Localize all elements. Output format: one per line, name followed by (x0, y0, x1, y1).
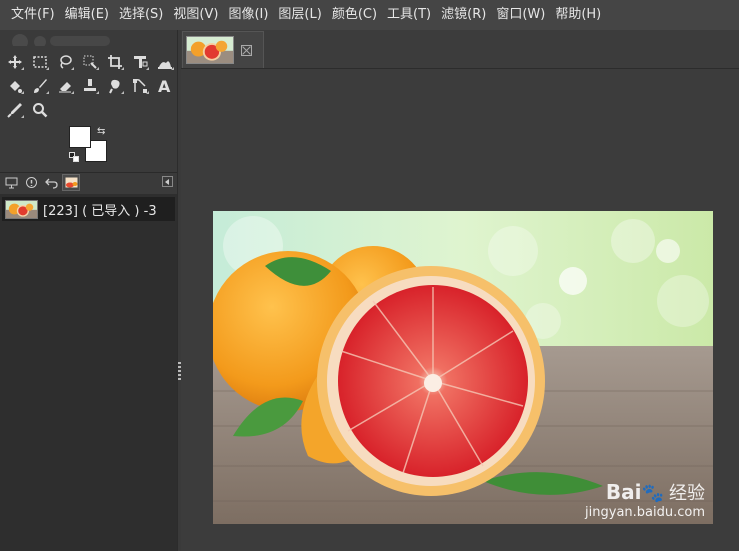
menu-colors[interactable]: 颜色(C) (327, 0, 382, 30)
menu-bar: 文件(F) 编辑(E) 选择(S) 视图(V) 图像(I) 图层(L) 颜色(C… (0, 0, 739, 30)
wilber-logo-icon (12, 34, 110, 46)
rect-select-tool-icon[interactable] (27, 51, 52, 73)
grapefruit-photo (213, 211, 713, 524)
toolbox-row (2, 98, 177, 122)
default-colors-icon[interactable] (69, 152, 79, 162)
menu-file[interactable]: 文件(F) (6, 0, 60, 30)
menu-windows[interactable]: 窗口(W) (491, 0, 550, 30)
paths-tool-icon[interactable] (127, 75, 152, 97)
image-tab[interactable] (182, 31, 264, 68)
free-select-tool-icon[interactable] (52, 51, 77, 73)
toolbox-row: A (2, 74, 177, 98)
menu-edit[interactable]: 编辑(E) (60, 0, 114, 30)
watermark-brand: Bai (605, 480, 642, 504)
watermark: Bai🐾 经验 jingyan.baidu.com (585, 479, 705, 520)
image-thumbnail (5, 199, 38, 219)
toolbox-row (2, 50, 177, 74)
close-tab-icon[interactable] (241, 45, 252, 56)
swap-colors-icon[interactable]: ⇆ (97, 126, 105, 137)
zoom-tool-icon[interactable] (27, 99, 52, 121)
images-list: [223] ( 已导入 ) -3 (0, 194, 177, 551)
foreground-color-swatch[interactable] (69, 126, 91, 148)
fuzzy-select-tool-icon[interactable] (77, 51, 102, 73)
watermark-sub: 经验 (669, 483, 705, 504)
canvas-image[interactable]: Bai🐾 经验 jingyan.baidu.com (213, 211, 713, 524)
color-picker-tool-icon[interactable] (2, 99, 27, 121)
image-tab-thumbnail (186, 36, 234, 64)
menu-filters[interactable]: 滤镜(R) (436, 0, 491, 30)
menu-select[interactable]: 选择(S) (114, 0, 168, 30)
device-status-icon[interactable] (2, 174, 20, 191)
toolbox: A (2, 50, 177, 122)
warp-transform-tool-icon[interactable] (152, 51, 177, 73)
error-console-icon[interactable] (22, 174, 40, 191)
dock-tabs (0, 173, 177, 192)
menu-tools[interactable]: 工具(T) (382, 0, 436, 30)
smudge-tool-icon[interactable] (102, 75, 127, 97)
eraser-tool-icon[interactable] (52, 75, 77, 97)
paintbrush-tool-icon[interactable] (27, 75, 52, 97)
color-selector: ⇆ (66, 126, 112, 166)
clone-tool-icon[interactable] (77, 75, 102, 97)
menu-help[interactable]: 帮助(H) (550, 0, 606, 30)
align-tool-icon[interactable] (127, 51, 152, 73)
menu-view[interactable]: 视图(V) (168, 0, 223, 30)
left-dock: A ⇆ [223] ( 已导入 ) -3 (0, 30, 177, 551)
image-tab-strip (181, 30, 739, 69)
menu-layer[interactable]: 图层(L) (273, 0, 326, 30)
panel-menu-button[interactable] (162, 176, 173, 187)
paw-icon: 🐾 (641, 483, 664, 504)
image-label: [223] ( 已导入 ) -3 (43, 203, 157, 219)
toolbox-header (0, 30, 177, 47)
move-tool-icon[interactable] (2, 51, 27, 73)
canvas-area: Bai🐾 经验 jingyan.baidu.com (181, 30, 739, 551)
undo-history-icon[interactable] (42, 174, 60, 191)
crop-tool-icon[interactable] (102, 51, 127, 73)
bucket-fill-tool-icon[interactable] (2, 75, 27, 97)
list-item[interactable]: [223] ( 已导入 ) -3 (2, 197, 175, 221)
menu-image[interactable]: 图像(I) (223, 0, 273, 30)
watermark-url: jingyan.baidu.com (585, 505, 705, 520)
svg-text:A: A (158, 78, 171, 94)
images-tab-icon[interactable] (62, 174, 80, 191)
text-tool-icon[interactable]: A (152, 75, 177, 97)
